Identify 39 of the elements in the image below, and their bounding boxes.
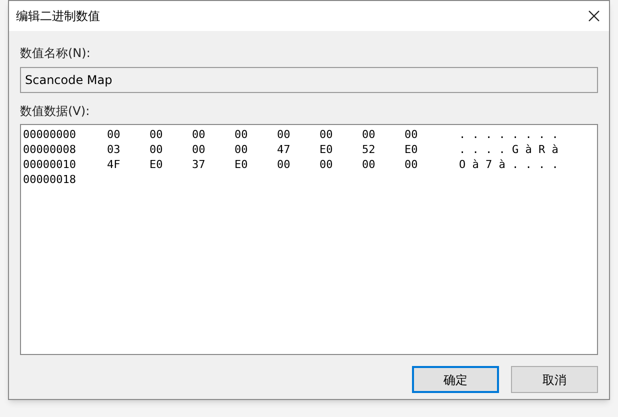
close-icon — [588, 10, 600, 22]
hex-byte: 00 — [234, 127, 249, 142]
hex-byte: 00 — [320, 127, 334, 142]
hex-byte: E0 — [404, 142, 419, 157]
ascii-text: . . . . . . . . — [459, 127, 558, 142]
hex-offset: 00000008 — [23, 142, 77, 157]
hex-offset: 00000018 — [23, 172, 77, 187]
ascii-text: . . . . G à R à — [459, 142, 558, 157]
hex-byte: E0 — [320, 142, 334, 157]
hex-byte: 52 — [362, 142, 376, 157]
hex-byte: E0 — [234, 157, 249, 172]
field-label: 数值名称(N): — [20, 45, 92, 61]
value-name-field[interactable]: Scancode Map — [20, 67, 598, 93]
hex-byte: 37 — [192, 157, 206, 172]
window-title: 编辑二进制数值 — [16, 8, 100, 25]
hex-byte: 00 — [192, 142, 206, 157]
hex-byte: 00 — [277, 157, 292, 172]
hex-byte: 00 — [234, 142, 249, 157]
hex-data-field[interactable]: 00000000 00 00 00 00 00 00 00 00 . . . . . . . . 00000008 03 00 00 00 47 E0 52 E0 . . . . G à R à 00000010 4F E0 37 E0 00 00 00 00 O à 7 à . . . . 00000018 — [20, 124, 598, 355]
hex-byte: 00 — [277, 127, 292, 142]
hex-byte: 00 — [150, 127, 164, 142]
ascii-text: O à 7 à . . . . — [459, 157, 558, 172]
dialog-button[interactable]: 取消 — [511, 366, 598, 393]
hex-byte: 00 — [192, 127, 206, 142]
hex-byte: 00 — [320, 157, 334, 172]
hex-offset: 00000000 — [23, 127, 77, 142]
hex-byte: 00 — [404, 157, 419, 172]
hex-byte: 47 — [277, 142, 292, 157]
hex-byte: 00 — [150, 142, 164, 157]
hex-byte: 4F — [107, 157, 122, 172]
hex-byte: 00 — [362, 127, 376, 142]
hex-byte: 00 — [107, 127, 122, 142]
dialog-button[interactable]: 确定 — [412, 366, 499, 393]
hex-byte: 03 — [107, 142, 122, 157]
hex-byte: E0 — [150, 157, 164, 172]
hex-byte: 00 — [362, 157, 376, 172]
hex-byte: 00 — [404, 127, 419, 142]
field-label: 数值数据(V): — [20, 103, 91, 119]
hex-offset: 00000010 — [23, 157, 77, 172]
